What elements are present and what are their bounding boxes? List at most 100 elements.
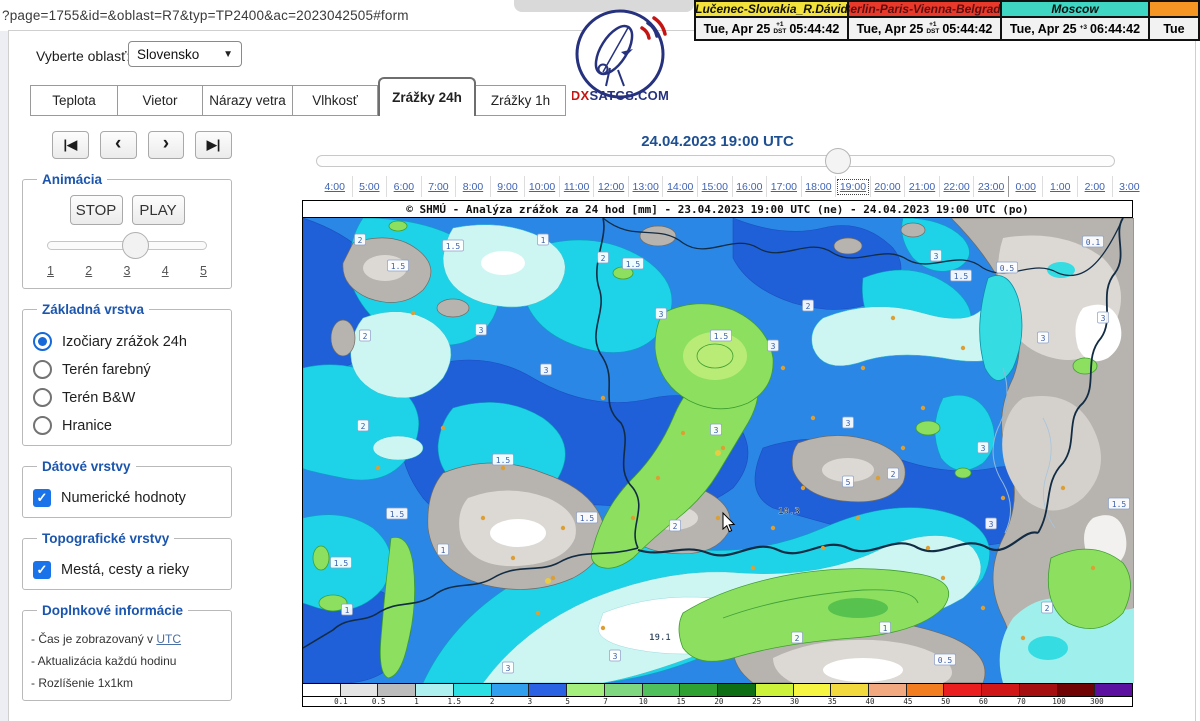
utc-link[interactable]: UTC [156,632,181,646]
checkbox-numericke-hodnoty[interactable] [33,489,51,507]
radio-teren-farebny[interactable] [33,360,52,379]
info-line-resolution: - Rozlíšenie 1x1km [31,676,223,690]
time-link-2100[interactable]: 21:00 [909,181,935,193]
tab-n-razy-vetra[interactable]: Nárazy vetra [203,85,293,115]
prev-frame-button[interactable]: ‹ [100,131,137,159]
next-frame-button[interactable]: › [148,131,185,159]
svg-text:3: 3 [659,310,664,319]
precipitation-map[interactable]: 1.522311.52321.511.51.533532321.530.50.1… [303,218,1134,683]
region-select-label: Vyberte oblasť: [36,48,130,64]
svg-text:1.5: 1.5 [391,262,406,271]
first-frame-button[interactable]: |◀ [52,131,89,159]
time-cell: 20:00 [871,176,906,197]
tab-vietor[interactable]: Vietor [118,85,203,115]
time-link-1100[interactable]: 11:00 [564,181,590,193]
legend-label: 1.5 [435,697,473,706]
stop-button[interactable]: STOP [70,195,123,225]
legend-label: 100 [1040,697,1078,706]
tab-zr-ky-24h[interactable]: Zrážky 24h [378,77,476,116]
speed-link-5[interactable]: 5 [200,264,207,278]
play-button[interactable]: PLAY [132,195,185,225]
time-link-1300[interactable]: 13:00 [633,181,659,193]
region-select[interactable]: Slovensko ▼ [128,41,242,67]
parameter-tabs: TeplotaVietorNárazy vetraVlhkosťZrážky 2… [30,77,566,116]
time-link-1400[interactable]: 14:00 [667,181,693,193]
time-link-1600[interactable]: 16:00 [736,181,762,193]
legend-label: 25 [738,697,776,706]
time-cell: 22:00 [940,176,975,197]
animation-speed-slider[interactable] [47,241,207,250]
time-cell: 17:00 [767,176,802,197]
svg-text:1.5: 1.5 [580,514,595,523]
radio-hranice[interactable] [33,416,52,435]
time-link-400[interactable]: 4:00 [325,181,345,193]
time-link-2200[interactable]: 22:00 [943,181,969,193]
time-link-1700[interactable]: 17:00 [771,181,797,193]
time-link-300[interactable]: 3:00 [1119,181,1139,193]
checkbox-row[interactable]: Numerické hodnoty [33,489,221,507]
checkbox-mesta-cesty[interactable] [33,561,51,579]
data-layers-legend: Dátové vrstvy [37,459,136,474]
legend-color-cell [869,684,907,696]
svg-text:2: 2 [601,254,606,263]
legend-label: 1 [398,697,436,706]
time-link-1000[interactable]: 10:00 [529,181,555,193]
speed-link-1[interactable]: 1 [47,264,54,278]
svg-text:DXSATCS.COM: DXSATCS.COM [572,88,668,103]
radio-row[interactable]: Terén farebný [33,360,221,379]
clock-berlin: Berlin-Paris-Vienna-Belgrade Tue, Apr 25… [849,2,1002,39]
clock-city-label: Lučenec-Slovakia_R.Dávid [696,2,847,18]
time-slider-thumb[interactable] [825,148,851,174]
legend-label: 15 [662,697,700,706]
radio-teren-bw[interactable] [33,388,52,407]
radio-row[interactable]: Hranice [33,416,221,435]
time-link-500[interactable]: 5:00 [359,181,379,193]
tab-zr-ky-1h[interactable]: Zrážky 1h [476,85,566,115]
svg-text:3: 3 [613,652,618,661]
last-frame-button[interactable]: ▶| [195,131,232,159]
svg-text:1: 1 [541,236,546,245]
tab-vlhkos-[interactable]: Vlhkosť [293,85,378,115]
time-link-600[interactable]: 6:00 [394,181,414,193]
tab-teplota[interactable]: Teplota [30,85,118,115]
radio-row[interactable]: Izočiary zrážok 24h [33,332,221,351]
legend-color-cell [831,684,869,696]
legend-color-cell [529,684,567,696]
legend-color-cell [605,684,643,696]
dxsatcs-logo: DXSATCS.COM [572,8,668,105]
time-link-100[interactable]: 1:00 [1050,181,1070,193]
svg-text:3: 3 [506,664,511,673]
svg-text:0.5: 0.5 [1000,264,1015,273]
time-link-700[interactable]: 7:00 [428,181,448,193]
legend-label: 0.5 [360,697,398,706]
svg-text:3: 3 [771,342,776,351]
speed-link-3[interactable]: 3 [124,264,131,278]
time-link-000[interactable]: 0:00 [1015,181,1035,193]
svg-text:1: 1 [345,606,350,615]
legend-color-cell [680,684,718,696]
time-link-2000[interactable]: 20:00 [874,181,900,193]
animation-speed-slider-thumb[interactable] [122,232,149,259]
time-link-200[interactable]: 2:00 [1085,181,1105,193]
clock-lucenec: Lučenec-Slovakia_R.Dávid Tue, Apr 25 +1D… [696,2,849,39]
time-link-2300[interactable]: 23:00 [978,181,1004,193]
radio-row[interactable]: Terén B&W [33,388,221,407]
precipitation-legend-labels: 0.10.511.5235710152025303540455060701003… [303,696,1132,706]
time-link-800[interactable]: 8:00 [463,181,483,193]
time-link-1200[interactable]: 12:00 [598,181,624,193]
speed-link-4[interactable]: 4 [162,264,169,278]
time-link-1500[interactable]: 15:00 [702,181,728,193]
time-links-row: 4:00 5:00 6:00 7:00 8:00 9:00 10:00 11:00 12:00 1… [318,176,1146,197]
svg-text:19.1: 19.1 [649,633,671,643]
time-slider[interactable] [316,155,1115,167]
time-link-900[interactable]: 9:00 [497,181,517,193]
time-link-1800[interactable]: 18:00 [805,181,831,193]
radio-izociary[interactable] [33,332,52,351]
speed-link-2[interactable]: 2 [85,264,92,278]
checkbox-row[interactable]: Mestá, cesty a rieky [33,561,221,579]
svg-text:1.5: 1.5 [390,510,405,519]
time-cell: 7:00 [422,176,457,197]
time-link-1900[interactable]: 19:00 [837,179,869,195]
page-left-margin [0,31,8,721]
legend-color-cell [1058,684,1096,696]
